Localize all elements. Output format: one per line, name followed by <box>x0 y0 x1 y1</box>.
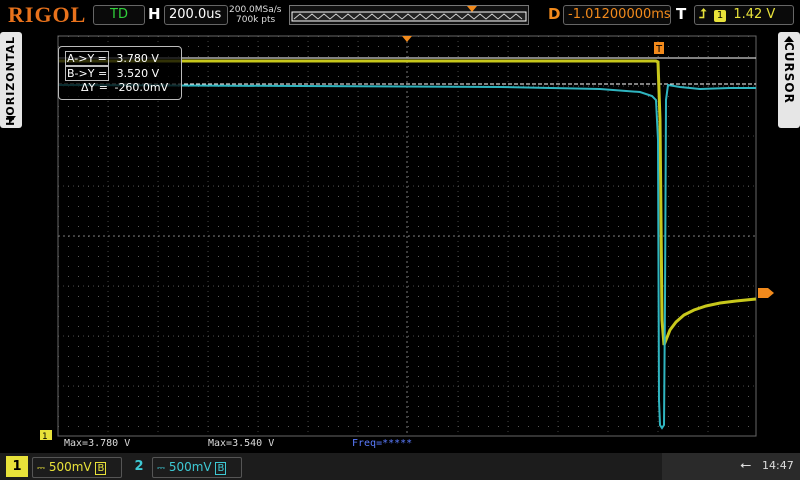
cursor-a-value: 3.780 V <box>116 52 159 65</box>
channel-2-scale-box[interactable]: ⎓ 500mV B <box>152 457 242 478</box>
channel-2-scale: 500mV <box>168 460 212 474</box>
channel-2-number: 2 <box>134 459 144 474</box>
bandwidth-icon: B <box>215 462 227 475</box>
dc-coupling-icon: ⎓ <box>157 463 165 474</box>
cursor-delta-value: -260.0mV <box>114 81 169 94</box>
channel-1-scale-box[interactable]: ⎓ 500mV B <box>32 457 122 478</box>
measurement-1: Max=3.780 V <box>64 438 131 449</box>
channel-status-bar: 1 ⎓ 500mV B 2 ⎓ 500mV B ⭠ 14:47 <box>0 453 800 480</box>
system-tray: ⭠ 14:47 <box>662 453 800 480</box>
channel-1-tab[interactable]: 1 ⎓ 500mV B <box>6 456 124 478</box>
channel-1-number: 1 <box>6 456 28 477</box>
clock-time: 14:47 <box>762 459 794 472</box>
trigger-t-label: T <box>655 44 663 55</box>
channel-2-tab[interactable]: 2 ⎓ 500mV B <box>128 456 246 478</box>
dc-coupling-icon: ⎓ <box>37 463 45 474</box>
cursor-readout-panel: A->Y = 3.780 V B->Y = 3.520 V ΔY = -260.… <box>58 46 182 100</box>
cursor-b-tag: B->Y = <box>65 66 110 81</box>
cursor-a-tag: A->Y = <box>65 51 109 66</box>
bandwidth-icon: B <box>95 462 107 475</box>
channel-1-scale: 500mV <box>48 460 92 474</box>
measurement-3: Freq=***** <box>352 438 413 449</box>
measurement-2: Max=3.540 V <box>208 438 275 449</box>
trigger-level-marker <box>758 288 774 298</box>
cursor-b-value: 3.520 V <box>116 67 160 80</box>
measurement-bar: Max=3.780 V Max=3.540 V Freq=***** <box>0 437 800 451</box>
usb-icon: ⭠ <box>740 457 752 473</box>
cursor-delta-tag: ΔY = <box>81 81 108 94</box>
